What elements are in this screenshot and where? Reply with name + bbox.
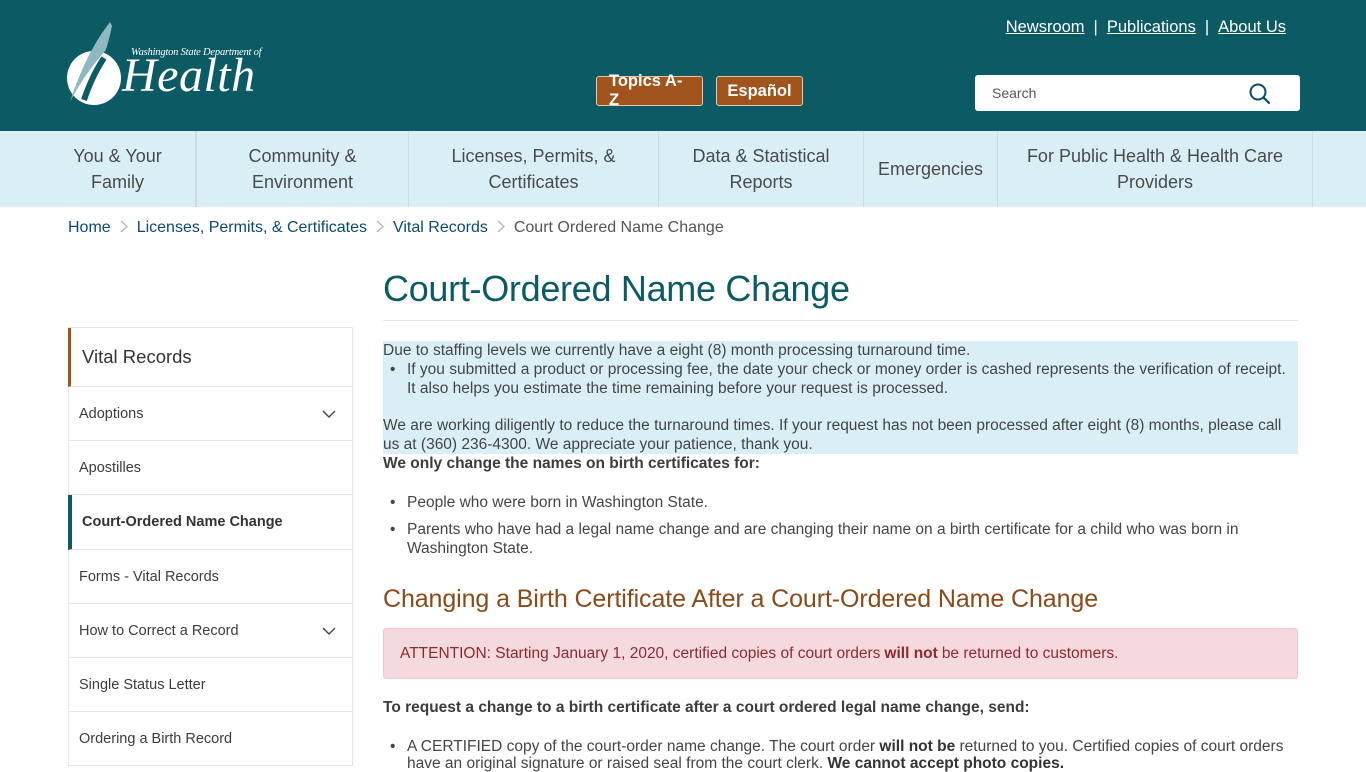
separator: | xyxy=(1093,18,1098,36)
sidebar-nav: Vital Records Adoptions Apostilles Court… xyxy=(68,327,353,766)
nav-licenses-permits-certificates[interactable]: Licenses, Permits, & Certificates xyxy=(409,131,659,207)
chevron-down-icon[interactable] xyxy=(322,626,336,636)
sidebar-item-label: Court-Ordered Name Change xyxy=(82,514,283,530)
list-item: People who were born in Washington State… xyxy=(390,493,1298,512)
search-icon xyxy=(1249,83,1271,105)
nav-data-statistical-reports[interactable]: Data & Statistical Reports xyxy=(659,131,864,207)
alert-text-after: be returned to customers. xyxy=(941,644,1119,662)
page-title: Court-Ordered Name Change xyxy=(383,266,1298,321)
site-header: Washington State Department of Health Ne… xyxy=(0,0,1366,131)
request-bold: We cannot accept photo copies. xyxy=(827,755,1064,772)
sidebar-item-correct-record[interactable]: How to Correct a Record xyxy=(69,604,352,658)
utility-links: Newsroom | Publications | About Us xyxy=(1006,18,1286,37)
notice-list: If you submitted a product or processing… xyxy=(383,360,1298,398)
sidebar-item-forms[interactable]: Forms - Vital Records xyxy=(69,550,352,604)
sidebar-item-label: Adoptions xyxy=(79,405,144,422)
breadcrumb-licenses[interactable]: Licenses, Permits, & Certificates xyxy=(137,219,367,237)
search-input[interactable] xyxy=(975,75,1235,111)
list-item: Parents who have had a legal name change… xyxy=(390,520,1298,558)
eligibility-section: We only change the names on birth certif… xyxy=(383,454,1298,566)
request-bold: will not be xyxy=(879,738,956,755)
attention-alert: ATTENTION: Starting January 1, 2020, cer… xyxy=(383,628,1298,679)
site-logo[interactable]: Washington State Department of Health xyxy=(66,20,262,106)
breadcrumb-home[interactable]: Home xyxy=(68,219,111,237)
feather-logo-icon xyxy=(67,22,121,105)
search-box xyxy=(975,75,1300,111)
request-lead: To request a change to a birth certifica… xyxy=(383,699,1030,716)
eligibility-list: People who were born in Washington State… xyxy=(383,493,1298,558)
main-content: Court-Ordered Name Change Due to staffin… xyxy=(383,266,1298,772)
sidebar-item-ordering-birth-record[interactable]: Ordering a Birth Record xyxy=(69,712,352,766)
publications-link[interactable]: Publications xyxy=(1107,18,1196,37)
sidebar-item-label: Ordering a Birth Record xyxy=(79,730,233,747)
nav-you-and-your-family[interactable]: You & Your Family xyxy=(40,131,196,207)
request-list: A CERTIFIED copy of the court-order name… xyxy=(383,738,1298,772)
sidebar-item-apostilles[interactable]: Apostilles xyxy=(69,441,352,495)
notice-intro: Due to staffing levels we currently have… xyxy=(383,342,971,359)
logo-health-text: Health xyxy=(122,49,256,102)
alert-text-bold: will not xyxy=(884,644,938,662)
sidebar-item-label: Single Status Letter xyxy=(79,676,206,693)
sidebar-item-label: Apostilles xyxy=(79,459,142,476)
request-text: A CERTIFIED copy of the court-order name… xyxy=(407,738,876,755)
sidebar-item-label: How to Correct a Record xyxy=(79,622,239,639)
topics-a-z-button[interactable]: Topics A-Z xyxy=(596,72,703,109)
about-us-link[interactable]: About Us xyxy=(1218,18,1286,37)
processing-notice: Due to staffing levels we currently have… xyxy=(383,341,1298,454)
chevron-right-icon xyxy=(497,220,505,237)
eligibility-lead: We only change the names on birth certif… xyxy=(383,455,760,472)
section-heading: Changing a Birth Certificate After a Cou… xyxy=(383,585,1098,613)
espanol-button[interactable]: Español xyxy=(716,76,803,106)
notice-bullet: If you submitted a product or processing… xyxy=(390,360,1298,398)
search-button[interactable] xyxy=(1248,82,1272,106)
nav-community-environment[interactable]: Community & Environment xyxy=(196,131,409,207)
sidebar-heading[interactable]: Vital Records xyxy=(68,328,352,387)
nav-public-health-providers[interactable]: For Public Health & Health Care Provider… xyxy=(998,131,1313,207)
alert-text-before: ATTENTION: Starting January 1, 2020, cer… xyxy=(400,644,881,662)
breadcrumb: Home Licenses, Permits, & Certificates V… xyxy=(68,219,724,237)
chevron-right-icon xyxy=(120,220,128,237)
chevron-down-icon[interactable] xyxy=(322,409,336,419)
list-item: A CERTIFIED copy of the court-order name… xyxy=(390,738,1298,772)
breadcrumb-vital-records[interactable]: Vital Records xyxy=(393,219,488,237)
sidebar-item-single-status-letter[interactable]: Single Status Letter xyxy=(69,658,352,712)
sidebar-item-label: Forms - Vital Records xyxy=(79,568,219,585)
notice-followup: We are working diligently to reduce the … xyxy=(383,417,1282,453)
nav-emergencies[interactable]: Emergencies xyxy=(864,131,998,207)
sidebar-item-court-ordered-name-change[interactable]: Court-Ordered Name Change xyxy=(68,495,352,550)
main-navigation: You & Your Family Community & Environmen… xyxy=(0,131,1366,207)
newsroom-link[interactable]: Newsroom xyxy=(1006,18,1085,37)
sidebar-item-adoptions[interactable]: Adoptions xyxy=(69,387,352,441)
chevron-right-icon xyxy=(376,220,384,237)
breadcrumb-current: Court Ordered Name Change xyxy=(513,219,724,236)
separator: | xyxy=(1204,18,1210,36)
